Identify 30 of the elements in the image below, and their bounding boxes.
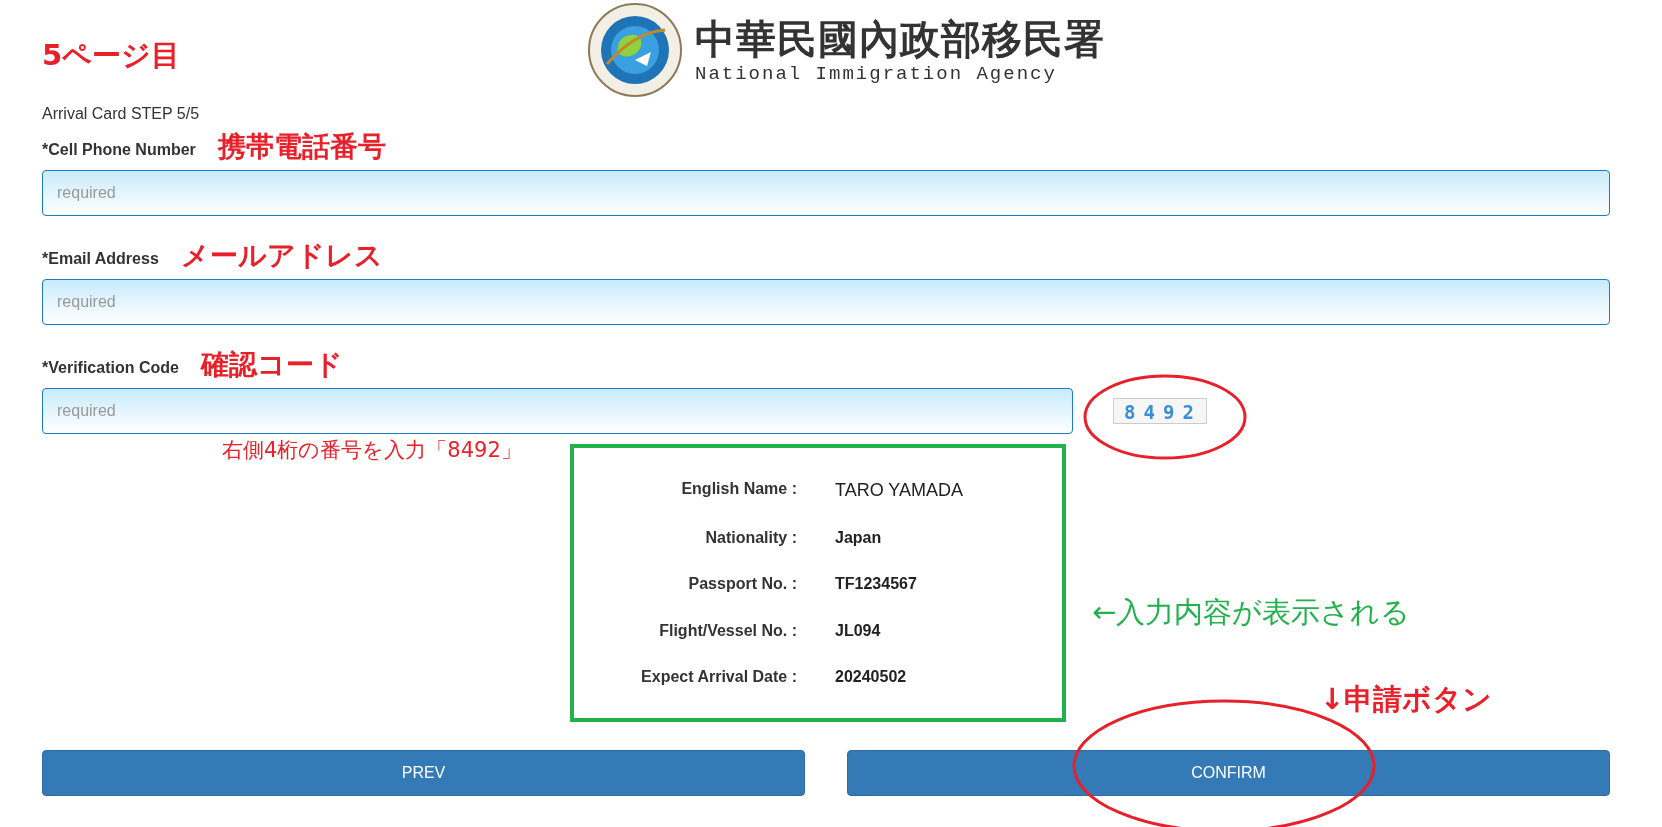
annotation-note: 確認コード — [200, 349, 343, 381]
annotation-note: メールアドレス — [180, 240, 383, 272]
captcha-image: 8492 — [1113, 398, 1207, 424]
prev-button[interactable]: PREV — [42, 750, 805, 796]
annotation-note: 携帯電話番号 — [217, 131, 386, 163]
field-label: *Email Address — [42, 250, 159, 269]
annotation-note: 右側4桁の番号を入力「8492」 — [222, 437, 522, 464]
summary-value: TARO YAMADA — [835, 480, 965, 502]
summary-value: 20240502 — [835, 667, 908, 686]
summary-label: English Name : — [680, 480, 797, 500]
agency-name: 中華民國內政部移民署 — [695, 15, 1105, 63]
confirm-button[interactable]: CONFIRM — [847, 750, 1610, 796]
summary-value: Japan — [835, 529, 883, 548]
agency-name-english: National Immigration Agency — [695, 63, 1058, 85]
field-label: *Verification Code — [42, 359, 179, 378]
summary-label: Flight/Vessel No. : — [658, 621, 797, 640]
annotation-note: ↓申請ボタン — [1320, 681, 1493, 718]
summary-value: TF1234567 — [835, 575, 918, 594]
globe-emblem-icon — [587, 2, 683, 98]
field-label: *Cell Phone Number — [42, 141, 196, 160]
annotation-note: ←入力内容が表示される — [1092, 594, 1411, 631]
summary-label: Expect Arrival Date : — [640, 667, 797, 686]
text-field[interactable]: required — [42, 388, 1073, 434]
summary-label: Passport No. : — [687, 575, 797, 594]
text-field[interactable]: required — [42, 170, 1610, 216]
text-field[interactable]: required — [42, 279, 1610, 325]
page-number-note: 5ページ目 — [42, 37, 181, 74]
summary-label: Nationality : — [704, 529, 797, 548]
summary-value: JL094 — [835, 621, 882, 640]
step-title: Arrival Card STEP 5/5 — [42, 105, 201, 124]
